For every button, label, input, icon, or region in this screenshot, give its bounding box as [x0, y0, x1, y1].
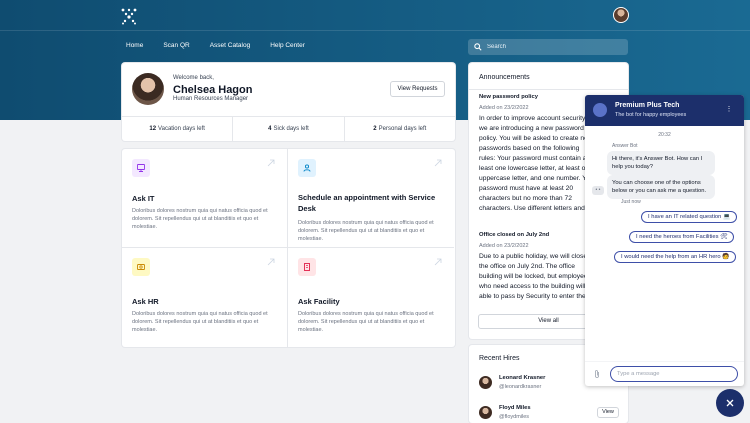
stat-label: Vacation days left [158, 126, 205, 132]
profile-stats: 12 Vacation days left 4 Sick days left 2 Pe… [122, 116, 455, 141]
quick-reply-hr[interactable]: I would need the help from an HR hero 🧑 [614, 251, 737, 263]
search-input[interactable] [487, 44, 617, 50]
announcement-date: Added on 23/2/2022 [479, 105, 529, 111]
profile-card: Welcome back, Chelsea Hagon Human Resour… [122, 63, 455, 141]
tile-ask-it[interactable]: Ask IT Doloribus dolores nostrum quia qu… [122, 149, 288, 248]
arrow-up-right-icon [267, 258, 275, 266]
message-time: Just now [621, 199, 641, 205]
chat-message-input[interactable] [610, 366, 738, 382]
bot-message: You can choose one of the options below … [607, 175, 715, 199]
welcome-text: Welcome back, [173, 75, 214, 81]
stat-personal: 2 Personal days left [345, 117, 455, 141]
arrow-up-right-icon [434, 258, 442, 266]
profile-photo [132, 73, 164, 105]
hire-handle: @leonardkrasner [499, 384, 542, 390]
chat-input-row [585, 361, 744, 386]
nav-item-help-center[interactable]: Help Center [270, 42, 305, 49]
announcement-title[interactable]: New password policy [479, 94, 538, 100]
stat-value: 12 [149, 126, 157, 132]
paperclip-icon[interactable] [593, 369, 601, 379]
bot-avatar: • • [592, 186, 604, 195]
stat-sick: 4 Sick days left [233, 117, 345, 141]
chat-title: Premium Plus Tech [615, 102, 680, 109]
stat-value: 2 [373, 126, 377, 132]
announcements-title: Announcements [479, 74, 530, 81]
hire-name: Floyd Miles [499, 405, 531, 411]
users-icon [298, 159, 316, 177]
stat-label: Personal days left [378, 126, 427, 132]
close-icon [726, 399, 734, 407]
more-vertical-icon[interactable]: ⋮ [725, 105, 733, 115]
tile-ask-hr[interactable]: Ask HR Doloribus dolores nostrum quia qu… [122, 248, 288, 347]
app-logo-icon[interactable] [120, 7, 138, 25]
recent-hires-title: Recent Hires [479, 355, 520, 362]
quick-reply-facilities[interactable]: I need the heroes from Facilities 🛠 [629, 231, 735, 243]
bot-message: Hi there, it's Answer Bot. How can I hel… [607, 151, 715, 175]
hire-name: Leonard Krasner [499, 375, 546, 381]
tile-description: Doloribus dolores nostrum quia qui natus… [298, 311, 434, 333]
announcement-body: In order to improve account security, we… [479, 115, 596, 212]
chat-close-button[interactable] [716, 389, 744, 417]
action-tiles: Ask IT Doloribus dolores nostrum quia qu… [122, 149, 455, 347]
announcement-title[interactable]: Office closed on July 2nd [479, 232, 549, 238]
tile-schedule-appointment[interactable]: Schedule an appointment with Service Des… [288, 149, 454, 248]
chat-header: Premium Plus Tech The bot for happy empl… [585, 95, 744, 126]
hire-handle: @floydmiles [499, 414, 530, 420]
stat-vacation: 12 Vacation days left [122, 117, 234, 141]
search-icon [474, 43, 482, 51]
tile-title: Ask Facility [298, 297, 340, 306]
tile-description: Doloribus dolores nostrum quia qui natus… [298, 220, 434, 242]
tile-ask-facility[interactable]: Ask Facility Doloribus dolores nostrum q… [288, 248, 454, 347]
tile-description: Doloribus dolores nostrum quia qui natus… [132, 311, 268, 333]
main-nav: Home Scan QR Asset Catalog Help Center [126, 42, 325, 49]
building-icon [298, 258, 316, 276]
view-requests-button[interactable]: View Requests [390, 81, 445, 97]
chat-subtitle: The bot for happy employees [615, 112, 687, 118]
chat-logo-icon [593, 103, 607, 117]
user-avatar[interactable] [613, 7, 629, 23]
monitor-icon [132, 159, 150, 177]
arrow-up-right-icon [434, 159, 442, 167]
nav-item-scan-qr[interactable]: Scan QR [163, 42, 189, 49]
search-bar[interactable] [468, 39, 628, 55]
nav-item-home[interactable]: Home [126, 42, 143, 49]
profile-role: Human Resources Manager [173, 96, 249, 102]
bot-name: Answer Bot [612, 143, 638, 149]
profile-name: Chelsea Hagon [173, 84, 253, 96]
tile-title: Ask HR [132, 297, 159, 306]
stat-label: Sick days left [273, 126, 309, 132]
divider [469, 89, 628, 90]
avatar [479, 376, 492, 389]
tile-description: Doloribus dolores nostrum quia qui natus… [132, 208, 268, 230]
arrow-up-right-icon [267, 159, 275, 167]
announcement-date: Added on 23/2/2022 [479, 243, 529, 249]
quick-reply-it[interactable]: I have an IT related question 💻 [641, 211, 738, 223]
announcement-body: Due to a public holiday, we will close t… [479, 253, 595, 300]
avatar [479, 406, 492, 419]
header-divider [0, 30, 750, 31]
tile-title: Ask IT [132, 194, 155, 203]
chat-widget: Premium Plus Tech The bot for happy empl… [585, 95, 744, 386]
nav-item-asset-catalog[interactable]: Asset Catalog [210, 42, 250, 49]
chat-timestamp: 20:32 [658, 132, 671, 138]
view-hire-button[interactable]: View [597, 407, 619, 418]
cash-icon [132, 258, 150, 276]
tile-title: Schedule an appointment with Service Des… [298, 193, 436, 213]
stat-value: 4 [268, 126, 272, 132]
